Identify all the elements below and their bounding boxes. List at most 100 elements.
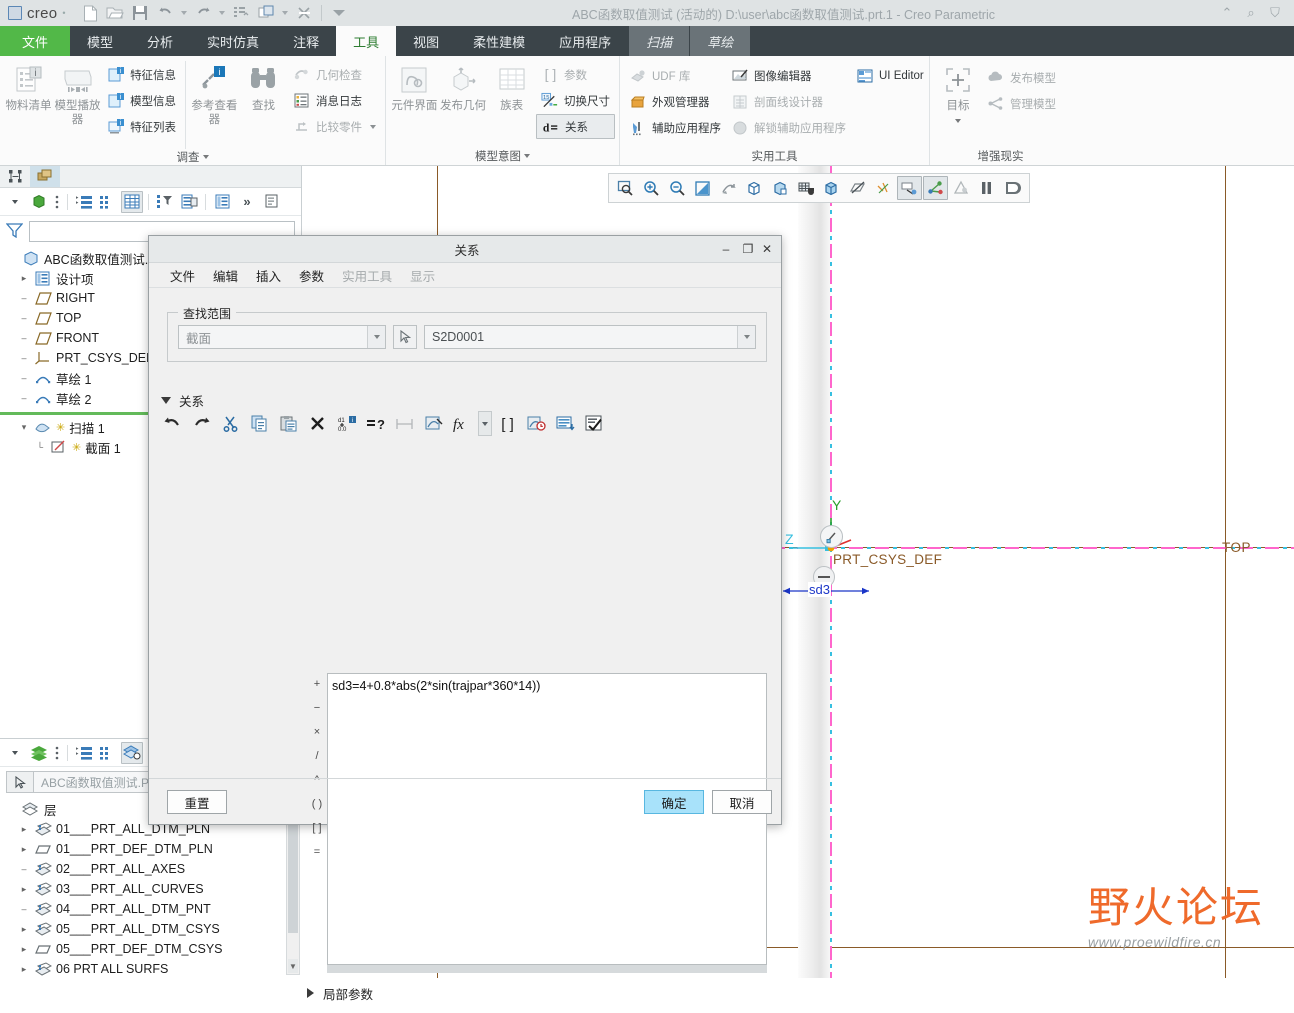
manage-models-button[interactable]: 管理模型 (982, 91, 1061, 116)
tab-annotate[interactable]: 注释 (276, 26, 336, 56)
publish-model-button[interactable]: 发布模型 (982, 65, 1061, 90)
tab-flexible-modeling[interactable]: 柔性建模 (456, 26, 542, 56)
save-icon[interactable] (128, 2, 152, 24)
minimize-ribbon-icon[interactable]: ⌃ (1216, 5, 1238, 21)
group-investigate-dropdown-icon[interactable] (202, 155, 209, 159)
tree-expand-arrow[interactable]: ▾ (18, 422, 30, 433)
collapse-list-icon[interactable] (97, 742, 119, 764)
feature-info-button[interactable]: i 特征信息 (102, 62, 181, 87)
layer-expand-arrow[interactable]: ▸ (18, 844, 30, 855)
layer-expand-arrow[interactable]: ▸ (18, 884, 30, 895)
double-chevron-right-icon[interactable]: » (235, 191, 259, 213)
relations-section-header[interactable]: 关系 (161, 391, 204, 410)
tree-settings-icon[interactable] (211, 191, 233, 213)
cancel-button[interactable]: 取消 (712, 790, 772, 814)
feature-list-button[interactable]: i 特征列表 (102, 114, 181, 139)
redo-icon[interactable] (191, 2, 215, 24)
select-arrow-icon[interactable] (6, 771, 34, 793)
image-editor-button[interactable]: 图像编辑器 (726, 63, 851, 88)
tab-realtime-sim[interactable]: 实时仿真 (190, 26, 276, 56)
hatch-designer-button[interactable]: 剖面线设计器 (726, 89, 851, 114)
ui-editor-button[interactable]: UI Editor (851, 63, 929, 88)
layer-item-03-prt-all-curves[interactable]: ▸ 03___PRT_ALL_CURVES (0, 879, 302, 899)
nav-tab-model-tree[interactable] (0, 166, 30, 187)
operator-plus[interactable]: + (314, 678, 320, 690)
search-icon[interactable]: ⌕ (1240, 5, 1262, 21)
collapse-list-icon[interactable] (97, 191, 119, 213)
relations-dialog[interactable]: 关系 – ❐ ✕ 文件 编辑 插入 参数 实用工具 显示 查找范围 截面 S2D… (148, 235, 782, 1002)
layer-expand-arrow[interactable]: ▸ (18, 944, 30, 955)
annotation-display-icon[interactable] (871, 176, 896, 200)
verify-relations-icon[interactable]: ? (362, 411, 389, 436)
udf-library-button[interactable]: UDF 库 (624, 63, 726, 88)
functions-dropdown-icon[interactable] (478, 411, 492, 436)
family-table-button[interactable]: 族表 (487, 61, 536, 113)
repaint-icon[interactable] (690, 176, 715, 200)
filter-tree-icon[interactable] (154, 191, 176, 213)
tab-model[interactable]: 模型 (70, 26, 130, 56)
dialog-menu-file[interactable]: 文件 (161, 266, 204, 285)
reset-button[interactable]: 重置 (167, 790, 227, 814)
operator-minus[interactable]: − (314, 702, 320, 714)
tree-display-icon[interactable] (178, 191, 200, 213)
zoom-out-icon[interactable] (665, 176, 690, 200)
chevron-down-icon[interactable] (161, 397, 171, 404)
compare-part-button[interactable]: 比较零件 (288, 114, 381, 139)
chevron-down-icon[interactable] (737, 326, 755, 348)
parameters-brackets-icon[interactable]: [ ] (494, 411, 521, 436)
switch-dimensions-button[interactable]: 15 切换尺寸 (536, 88, 615, 113)
point-display-icon[interactable] (896, 176, 922, 200)
tab-applications[interactable]: 应用程序 (542, 26, 628, 56)
tab-sketch[interactable]: 草绘 (689, 26, 751, 56)
dialog-close-button[interactable]: ✕ (759, 242, 781, 256)
parameters-button[interactable]: [ ] 参数 (536, 62, 615, 87)
redo-icon[interactable] (188, 411, 215, 436)
scrollbar-thumb[interactable] (288, 813, 298, 933)
dialog-menu-edit[interactable]: 编辑 (204, 266, 247, 285)
datum-display-icon[interactable] (845, 176, 870, 200)
history-icon[interactable] (523, 411, 550, 436)
unlock-auxiliary-applications-button[interactable]: 解锁辅助应用程序 (726, 115, 851, 140)
layer-display-icon[interactable] (121, 741, 143, 764)
dialog-maximize-button[interactable]: ❐ (737, 242, 759, 256)
new-file-icon[interactable] (78, 2, 102, 24)
layer-item-02-prt-all-axes[interactable]: – 02___PRT_ALL_AXES (0, 859, 302, 879)
compare-part-dropdown-icon[interactable] (369, 124, 376, 129)
ok-button[interactable]: 确定 (644, 790, 704, 814)
dialog-menu-show[interactable]: 显示 (401, 266, 444, 285)
dialog-menu-utilities[interactable]: 实用工具 (333, 266, 401, 285)
execute-icon[interactable] (581, 411, 608, 436)
expand-list-icon[interactable] (73, 742, 95, 764)
layer-expand-arrow[interactable]: ▸ (18, 924, 30, 935)
operator-equals[interactable]: = (314, 846, 320, 858)
qat-customize-icon[interactable] (327, 2, 351, 24)
layer-item-01-prt-def-dtm-pln[interactable]: ▸ 01___PRT_DEF_DTM_PLN (0, 839, 302, 859)
refit-icon[interactable] (613, 176, 638, 200)
relations-editor-text[interactable]: sd3=4+0.8*abs(2*sin(trajpar*360*14)) (328, 674, 766, 693)
view-manager-icon[interactable] (820, 176, 845, 200)
operator-multiply[interactable]: × (314, 726, 320, 738)
sketch-relations-icon[interactable] (420, 411, 447, 436)
layer-item-04-prt-all-dtm-pnt[interactable]: – 04___PRT_ALL_DTM_PNT (0, 899, 302, 919)
green-cube-icon[interactable] (28, 191, 50, 213)
regenerate-icon[interactable] (229, 2, 253, 24)
undo-icon[interactable] (159, 411, 186, 436)
chevron-right-icon[interactable] (307, 988, 314, 998)
relations-editor-hscrollbar[interactable] (327, 965, 767, 973)
perspective-icon[interactable] (768, 176, 793, 200)
paste-icon[interactable] (275, 411, 302, 436)
redo-dropdown-icon[interactable] (216, 2, 228, 24)
component-interface-button[interactable]: 元件界面 (390, 61, 439, 113)
expand-list-icon[interactable] (73, 191, 95, 213)
vertical-dots-icon[interactable] (52, 742, 62, 764)
copy-icon[interactable] (246, 411, 273, 436)
cut-icon[interactable] (217, 411, 244, 436)
scroll-down-arrow-icon[interactable]: ▼ (288, 959, 298, 973)
tab-tools[interactable]: 工具 (336, 26, 397, 56)
saved-views-icon[interactable] (794, 176, 819, 200)
note-icon[interactable] (261, 191, 283, 213)
sketch-handle-icon[interactable] (820, 525, 843, 548)
layer-expand-arrow[interactable]: ▸ (18, 964, 30, 975)
dialog-menu-insert[interactable]: 插入 (247, 266, 290, 285)
zoom-in-icon[interactable] (639, 176, 664, 200)
